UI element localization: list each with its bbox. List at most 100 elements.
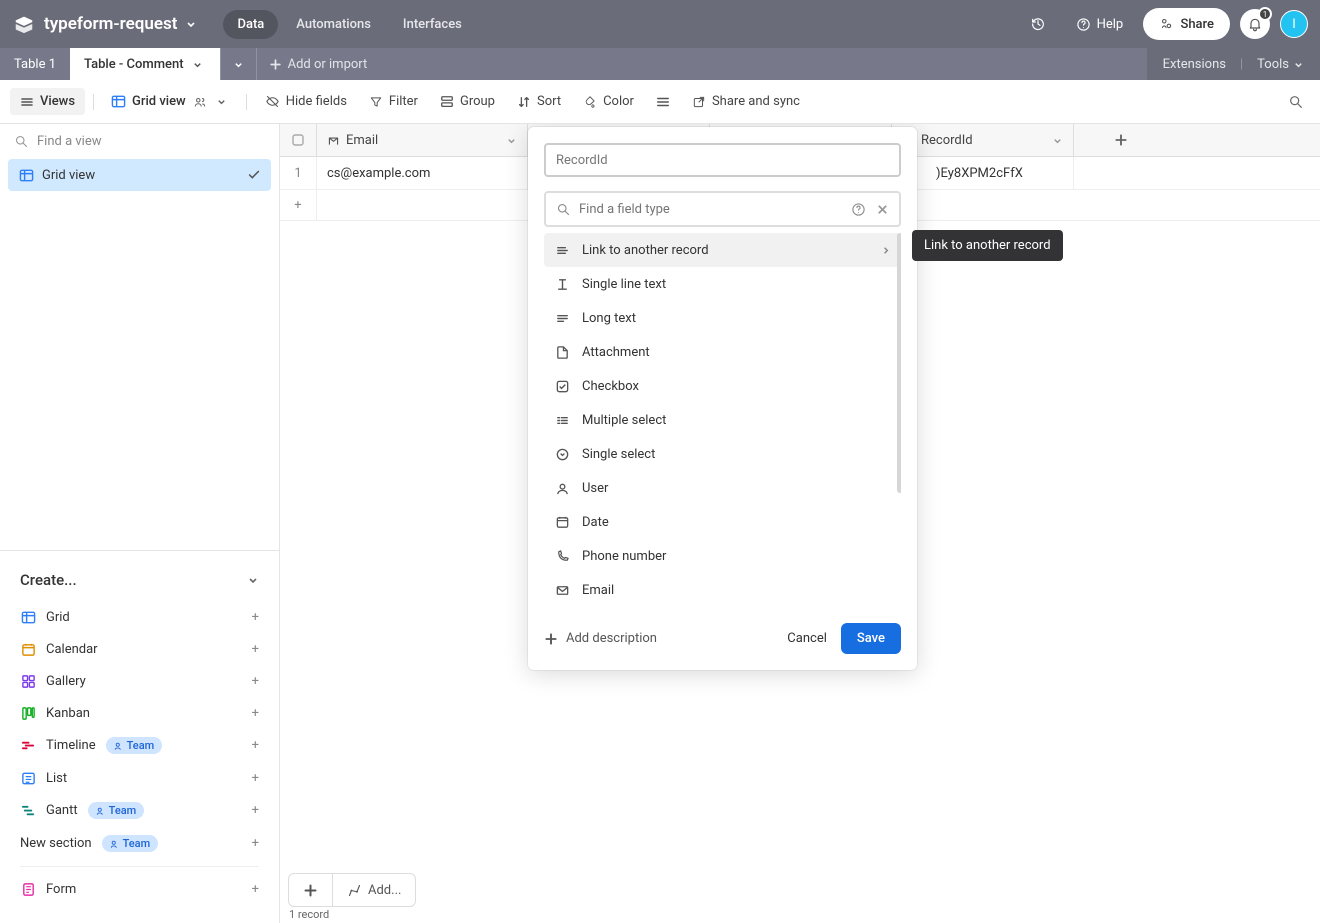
create-new-section[interactable]: New sectionTeam+: [0, 827, 279, 860]
chevron-down-icon[interactable]: [190, 56, 206, 72]
views-toggle[interactable]: Views: [10, 88, 85, 115]
ft-link-record[interactable]: Link to another record: [544, 233, 901, 267]
field-type-list: Link to another record Single line text …: [544, 233, 901, 609]
add-import-button[interactable]: Add or import: [256, 48, 380, 80]
nav-data[interactable]: Data: [223, 10, 278, 39]
add-record-button[interactable]: [289, 874, 333, 906]
people-icon: [192, 94, 208, 110]
create-header[interactable]: Create...: [0, 559, 279, 601]
ft-attachment[interactable]: Attachment: [544, 335, 901, 369]
current-view-chip[interactable]: Grid view: [102, 88, 238, 116]
plus-icon: +: [252, 882, 259, 897]
chevron-down-icon[interactable]: [1052, 135, 1063, 146]
base-name[interactable]: typeform-request: [44, 14, 199, 34]
help-icon[interactable]: [851, 202, 866, 217]
table-tab-1[interactable]: Table 1: [0, 48, 70, 80]
nav-automations[interactable]: Automations: [282, 10, 385, 39]
date-icon: [554, 514, 570, 530]
create-calendar[interactable]: Calendar+: [0, 633, 279, 665]
notifications-button[interactable]: 1: [1240, 9, 1270, 39]
create-gallery[interactable]: Gallery+: [0, 665, 279, 697]
tools-label: Tools: [1257, 57, 1289, 72]
add-column-button[interactable]: [1074, 124, 1168, 156]
longtext-icon: [554, 310, 570, 326]
calendar-icon: [20, 641, 36, 657]
create-label: Create...: [20, 571, 77, 589]
table-tabs-bar: Table 1 Table - Comment Add or import Ex…: [0, 48, 1320, 80]
cell-email[interactable]: cs@example.com: [317, 157, 528, 189]
create-form[interactable]: Form+: [0, 873, 279, 905]
save-button[interactable]: Save: [841, 623, 901, 654]
attachment-icon: [554, 344, 570, 360]
ft-checkbox[interactable]: Checkbox: [544, 369, 901, 403]
phone-icon: [554, 548, 570, 564]
team-badge: Team: [106, 737, 163, 754]
ft-multiselect[interactable]: Multiple select: [544, 403, 901, 437]
create-kanban[interactable]: Kanban+: [0, 697, 279, 729]
create-grid[interactable]: Grid+: [0, 601, 279, 633]
checkbox-icon: [554, 378, 570, 394]
add-menu-button[interactable]: Add...: [333, 883, 415, 898]
table-tab-comment[interactable]: Table - Comment: [70, 48, 220, 80]
scrollbar-thumb[interactable]: [897, 233, 901, 493]
share-button[interactable]: Share: [1143, 8, 1230, 40]
group-button[interactable]: Group: [430, 88, 505, 115]
add-description-button[interactable]: Add description: [544, 631, 657, 646]
app-header: typeform-request Data Automations Interf…: [0, 0, 1320, 48]
nav-interfaces[interactable]: Interfaces: [389, 10, 476, 39]
field-type-search[interactable]: [544, 191, 901, 227]
ft-user[interactable]: User: [544, 471, 901, 505]
text-icon: [554, 276, 570, 292]
ft-single-line[interactable]: Single line text: [544, 267, 901, 301]
create-list[interactable]: List+: [0, 762, 279, 794]
avatar[interactable]: I: [1280, 10, 1308, 38]
col-recordid[interactable]: RecordId: [892, 124, 1074, 156]
field-name-input[interactable]: [544, 143, 901, 177]
base-logo-icon: [12, 12, 36, 36]
view-toolbar: Views Grid view Hide fields Filter Group…: [0, 80, 1320, 124]
color-button[interactable]: Color: [573, 88, 644, 115]
team-badge: Team: [88, 802, 145, 819]
notif-badge: 1: [1258, 7, 1272, 21]
cancel-button[interactable]: Cancel: [787, 631, 827, 646]
plus-icon: +: [252, 674, 259, 689]
multiselect-icon: [554, 412, 570, 428]
row-height-button[interactable]: [646, 89, 680, 115]
tooltip: Link to another record: [912, 230, 1063, 261]
history-button[interactable]: [1020, 10, 1056, 38]
ft-url[interactable]: URL: [544, 607, 901, 609]
chevron-down-icon[interactable]: [506, 135, 517, 146]
filter-button[interactable]: Filter: [359, 88, 428, 115]
chevron-down-icon[interactable]: [214, 94, 230, 110]
create-timeline[interactable]: TimelineTeam+: [0, 729, 279, 762]
close-icon[interactable]: [876, 203, 889, 216]
list-icon: [20, 770, 36, 786]
select-all-checkbox[interactable]: [280, 124, 317, 156]
plus-icon: +: [252, 771, 259, 786]
hide-fields-button[interactable]: Hide fields: [255, 88, 357, 115]
share-sync-button[interactable]: Share and sync: [682, 88, 810, 115]
ft-singleselect[interactable]: Single select: [544, 437, 901, 471]
row-number[interactable]: 1: [280, 157, 317, 189]
sidebar-view-grid[interactable]: Grid view: [8, 159, 271, 191]
sort-button[interactable]: Sort: [507, 88, 571, 115]
tools-button[interactable]: Tools: [1257, 57, 1304, 72]
extensions-button[interactable]: Extensions: [1163, 57, 1226, 72]
search-input[interactable]: [579, 202, 843, 217]
tables-dropdown[interactable]: [220, 48, 256, 80]
user-icon: [554, 480, 570, 496]
help-button[interactable]: Help: [1066, 11, 1134, 38]
ft-long-text[interactable]: Long text: [544, 301, 901, 335]
ft-date[interactable]: Date: [544, 505, 901, 539]
help-label: Help: [1097, 17, 1124, 32]
form-icon: [20, 881, 36, 897]
find-view-input[interactable]: Find a view: [0, 124, 279, 159]
sidebar: Find a view Grid view Create... Grid+ Ca…: [0, 124, 280, 923]
field-config-popover: Link to another record Single line text …: [528, 127, 917, 670]
ft-email[interactable]: Email: [544, 573, 901, 607]
search-button[interactable]: [1282, 88, 1310, 116]
create-gantt[interactable]: GanttTeam+: [0, 794, 279, 827]
cell-recordid[interactable]: )Ey8XPM2cFfX: [892, 157, 1074, 189]
col-email[interactable]: Email: [317, 124, 528, 156]
ft-phone[interactable]: Phone number: [544, 539, 901, 573]
